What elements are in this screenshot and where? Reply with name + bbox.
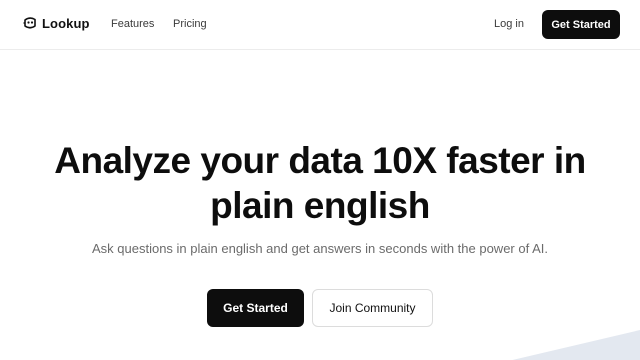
hero-title-line-1: Analyze your data 10X faster in	[54, 140, 586, 181]
hero-title: Analyze your data 10X faster in plain en…	[0, 138, 640, 228]
top-navbar: Lookup Features Pricing Log in Get Start…	[0, 0, 640, 50]
nav-link-features[interactable]: Features	[111, 18, 154, 30]
login-link[interactable]: Log in	[494, 18, 524, 30]
hero-title-line-2: plain english	[210, 185, 430, 226]
join-community-button[interactable]: Join Community	[312, 289, 433, 327]
hero-subtitle: Ask questions in plain english and get a…	[92, 241, 548, 256]
brand-logo-link[interactable]: Lookup	[22, 15, 90, 31]
background-decoration-shape	[512, 330, 640, 360]
nav-get-started-button[interactable]: Get Started	[542, 10, 620, 39]
nav-link-pricing[interactable]: Pricing	[173, 18, 207, 30]
hero-get-started-button[interactable]: Get Started	[207, 289, 304, 327]
landing-page: Lookup Features Pricing Log in Get Start…	[0, 0, 640, 360]
lookup-logo-icon	[23, 17, 36, 29]
brand-name: Lookup	[42, 15, 90, 31]
